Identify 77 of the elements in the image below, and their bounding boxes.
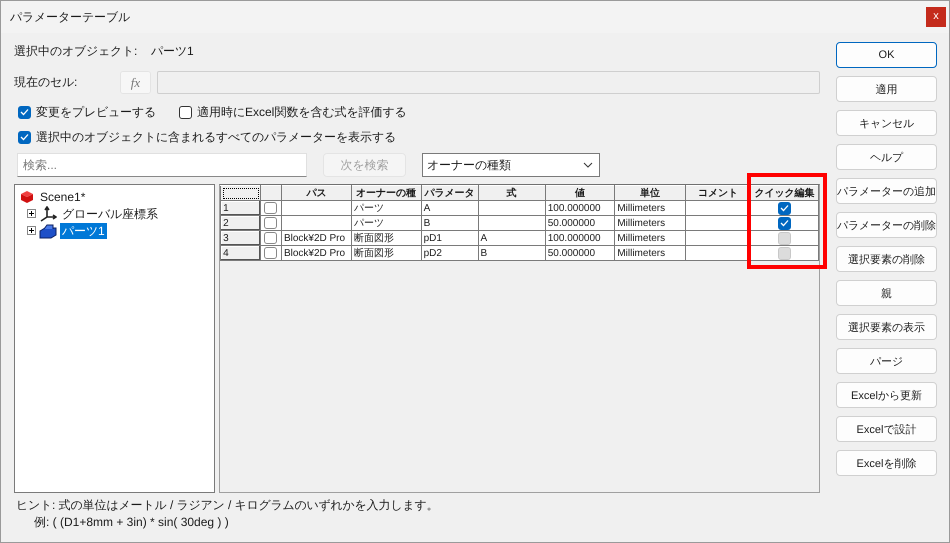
- table-cell: パーツ: [351, 200, 422, 216]
- dialog-button[interactable]: ヘルプ: [836, 144, 937, 170]
- table-cell: [478, 216, 546, 230]
- table-cell: Block¥2D Pro: [281, 246, 352, 260]
- table-cell: 50.000000: [545, 246, 615, 260]
- window-title: パラメーターテーブル: [10, 8, 130, 26]
- table-cell: Millimeters: [614, 246, 686, 260]
- table-cell: [478, 200, 546, 216]
- row-header[interactable]: 4: [220, 246, 261, 260]
- dialog-button[interactable]: 適用: [836, 76, 937, 102]
- column-header[interactable]: オーナーの種: [351, 186, 422, 200]
- table-cell: 100.000000: [545, 230, 615, 246]
- example-text: 例: ( (D1+8mm + 3in) * sin( 30deg ) ): [33, 514, 230, 531]
- checkbox-icon[interactable]: [18, 130, 31, 144]
- tree-item[interactable]: Scene1*: [38, 188, 88, 204]
- corner-header[interactable]: [220, 186, 261, 200]
- column-header[interactable]: パラメータ: [421, 186, 478, 200]
- row-header[interactable]: 1: [220, 200, 261, 216]
- dialog-button[interactable]: パラメーターの追加: [836, 178, 937, 204]
- table-cell: B: [478, 246, 546, 260]
- dialog-button[interactable]: Excelから更新: [836, 382, 937, 408]
- tree-item[interactable]: グローバル座標系: [60, 206, 160, 222]
- dialog-button[interactable]: 選択要素の表示: [836, 314, 937, 340]
- dialog-button[interactable]: OK: [836, 42, 937, 68]
- expand-icon[interactable]: [27, 209, 36, 218]
- column-header[interactable]: クイック編集: [750, 186, 818, 200]
- column-header[interactable]: パス: [281, 186, 352, 200]
- scene-icon: [19, 190, 35, 204]
- table-cell: 断面図形: [351, 230, 422, 246]
- function-button[interactable]: fx: [120, 71, 151, 94]
- dialog-button[interactable]: Excelで設計: [836, 416, 937, 442]
- quick-edit-checkbox[interactable]: [778, 216, 792, 230]
- close-button[interactable]: x: [926, 7, 946, 27]
- selected-object-value: パーツ1: [151, 42, 194, 60]
- table-cell: Block¥2D Pro: [281, 230, 352, 246]
- axes-icon: [39, 206, 57, 222]
- dialog-button[interactable]: Excelを削除: [836, 450, 937, 476]
- formula-field[interactable]: [157, 71, 820, 94]
- dialog-button[interactable]: パラメーターの削除: [836, 212, 937, 238]
- field-label: 現在のセル:: [14, 74, 78, 91]
- dialog-button[interactable]: パージ: [836, 348, 937, 374]
- expand-icon[interactable]: [27, 226, 36, 235]
- row-checkbox[interactable]: [264, 232, 278, 244]
- chevron-down-icon: [583, 162, 593, 168]
- field-label: 選択中のオブジェクト:: [14, 42, 138, 60]
- table-cell: Millimeters: [614, 216, 686, 230]
- dialog-button[interactable]: キャンセル: [836, 110, 937, 136]
- row-header[interactable]: 3: [220, 230, 261, 246]
- table-cell: pD1: [421, 230, 478, 246]
- column-header[interactable]: [260, 186, 282, 200]
- hint-text: ヒント: 式の単位はメートル / ラジアン / キログラムのいずれかを入力します。: [15, 497, 440, 514]
- dialog-button[interactable]: 親: [836, 280, 937, 306]
- row-header[interactable]: 2: [220, 216, 261, 230]
- row-checkbox[interactable]: [264, 217, 278, 229]
- dialog-button[interactable]: 選択要素の削除: [836, 246, 937, 272]
- table-cell: 100.000000: [545, 200, 615, 216]
- table-cell: B: [421, 216, 478, 230]
- table-cell: 断面図形: [351, 246, 422, 260]
- table-cell: Millimeters: [614, 200, 686, 216]
- owner-type-dropdown[interactable]: オーナーの種類: [422, 153, 600, 177]
- row-checkbox[interactable]: [264, 247, 278, 259]
- table-cell: パーツ: [351, 216, 422, 230]
- row-checkbox[interactable]: [264, 202, 278, 214]
- checkbox-icon[interactable]: [179, 106, 192, 118]
- table-cell: Millimeters: [614, 230, 686, 246]
- block-icon: [39, 222, 57, 238]
- table-cell: 50.000000: [545, 216, 615, 230]
- column-header[interactable]: 式: [478, 186, 546, 200]
- table-cell: A: [421, 200, 478, 216]
- quick-edit-checkbox[interactable]: [778, 202, 792, 214]
- column-header[interactable]: 値: [545, 186, 615, 200]
- table-cell: A: [478, 230, 546, 246]
- tree-item[interactable]: パーツ1: [60, 222, 107, 238]
- checkbox-icon[interactable]: [18, 106, 31, 118]
- search-field[interactable]: 検索...: [17, 153, 307, 177]
- column-header[interactable]: 単位: [614, 186, 686, 200]
- table-cell: pD2: [421, 246, 478, 260]
